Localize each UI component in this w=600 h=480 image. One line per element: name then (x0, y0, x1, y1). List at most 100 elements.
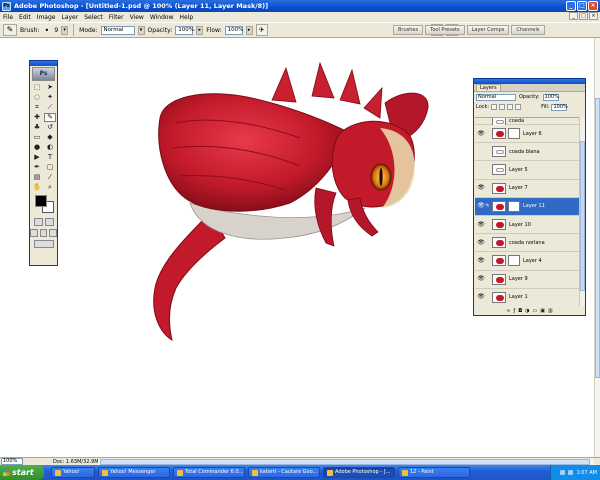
crop-tool-icon[interactable]: ⌗ (31, 103, 43, 112)
history-brush-tool-icon[interactable]: ↺ (44, 123, 56, 132)
layer-mask-thumbnail[interactable] (508, 200, 520, 212)
foreground-color-swatch[interactable] (35, 195, 47, 207)
layer-row[interactable]: coada blana (475, 143, 579, 162)
zoom-tool-icon[interactable]: ⌕ (44, 183, 56, 192)
visibility-eye-icon[interactable]: 👁 (477, 239, 485, 247)
close-button[interactable]: × (588, 1, 598, 11)
brush-size[interactable]: 9 (54, 27, 58, 34)
standard-mode-icon[interactable] (33, 218, 43, 226)
new-group-icon[interactable]: ▭ (533, 308, 538, 314)
layer-row[interactable]: 👁 ✎ Layer 11 (475, 197, 579, 216)
full-screen-menu-mode-icon[interactable] (39, 229, 48, 237)
visibility-eye-icon[interactable] (477, 148, 485, 156)
clock[interactable]: 1:07 AM (576, 470, 597, 476)
dodge-tool-icon[interactable]: ◐ (44, 143, 56, 152)
palette-tab-brushes[interactable]: Brushes (393, 25, 424, 35)
canvas-vertical-scroll-thumb[interactable] (595, 98, 600, 378)
paint-bucket-tool-icon[interactable]: ◆ (44, 133, 56, 142)
path-selection-tool-icon[interactable]: ▶ (31, 153, 43, 162)
menu-file[interactable]: File (3, 14, 13, 21)
layer-blend-mode-select[interactable]: Normal (476, 93, 516, 101)
flow-arrow-icon[interactable]: ▸ (245, 25, 253, 35)
palette-tab-layer-comps[interactable]: Layer Comps (466, 25, 510, 35)
layers-scroll-thumb[interactable] (580, 141, 585, 291)
layer-row[interactable]: 👁 Layer 4 (475, 252, 579, 271)
standard-screen-mode-icon[interactable] (30, 229, 38, 237)
layer-thumbnail[interactable] (492, 237, 506, 249)
eyedropper-tool-icon[interactable]: ⁄ (44, 173, 56, 182)
layer-row[interactable]: 👁 Layer 6 (475, 125, 579, 144)
layer-fill-input[interactable]: 100% (551, 103, 568, 111)
opacity-input[interactable]: 100% (175, 25, 194, 35)
menu-view[interactable]: View (130, 14, 144, 21)
taskbar-button[interactable]: Yahoo! Messenger (98, 467, 170, 478)
shape-tool-icon[interactable]: ▢ (44, 163, 56, 172)
airbrush-icon[interactable]: ✈ (255, 24, 268, 36)
layer-thumbnail[interactable] (492, 255, 506, 267)
doc-restore-button[interactable]: □ (579, 12, 588, 20)
mode-dropdown-arrow-icon[interactable]: ▾ (137, 25, 145, 35)
taskbar-button[interactable]: 12 - Paint (398, 467, 470, 478)
eraser-tool-icon[interactable]: ▭ (31, 133, 43, 142)
layer-mask-thumbnail[interactable] (508, 128, 520, 140)
layer-thumbnail[interactable] (492, 128, 506, 140)
title-bar[interactable]: Ps Adobe Photoshop - [Untitled-1.psd @ 1… (0, 0, 600, 12)
visibility-eye-icon[interactable]: 👁 (477, 184, 485, 192)
tray-network-icon[interactable] (560, 470, 566, 475)
layer-thumbnail[interactable] (492, 182, 506, 194)
link-layers-icon[interactable]: ∞ (506, 308, 510, 314)
layer-row[interactable]: coada (475, 118, 579, 127)
tray-volume-icon[interactable] (568, 470, 574, 475)
layer-thumbnail[interactable] (492, 200, 506, 212)
layer-thumbnail[interactable] (492, 164, 506, 176)
palette-tab-tool-presets[interactable]: Tool Presets (425, 25, 465, 35)
delete-layer-icon[interactable]: ▥ (548, 308, 553, 314)
visibility-eye-icon[interactable]: 👁 (477, 293, 485, 301)
new-layer-icon[interactable]: ▣ (540, 308, 545, 314)
taskbar-button[interactable]: Adobe Photoshop - [... (323, 467, 395, 478)
photoshop-app-icon[interactable]: Ps (2, 1, 11, 11)
visibility-eye-icon[interactable]: 👁 (477, 275, 485, 283)
layer-thumbnail[interactable] (492, 273, 506, 285)
pen-tool-icon[interactable]: ✒ (31, 163, 43, 172)
photoshop-feather-logo[interactable]: Ps (32, 67, 55, 81)
layer-thumbnail[interactable] (492, 146, 506, 158)
menu-help[interactable]: Help (180, 14, 194, 21)
taskbar-button[interactable]: katerri - Cautare Goo... (248, 467, 320, 478)
canvas-vertical-scrollbar[interactable] (594, 38, 600, 457)
menu-image[interactable]: Image (37, 14, 56, 21)
menu-filter[interactable]: Filter (109, 14, 124, 21)
doc-close-button[interactable]: × (589, 12, 598, 20)
maximize-button[interactable]: □ (577, 1, 587, 11)
new-fill-layer-icon[interactable]: ◑ (525, 308, 529, 314)
layer-row[interactable]: 👁 Layer 1 (475, 288, 579, 306)
layer-mask-thumbnail[interactable] (508, 255, 520, 267)
lock-transparency-icon[interactable] (491, 104, 498, 110)
visibility-eye-icon[interactable]: 👁 (477, 202, 485, 210)
quick-mask-mode-icon[interactable] (44, 218, 54, 226)
layer-row[interactable]: 👁 Layer 9 (475, 270, 579, 289)
add-mask-icon[interactable]: ◘ (518, 308, 522, 314)
magic-wand-tool-icon[interactable]: ✦ (44, 93, 56, 102)
taskbar-button[interactable]: Yahoo! (51, 467, 95, 478)
minimize-button[interactable]: _ (566, 1, 576, 11)
layer-opacity-input[interactable]: 100% (542, 93, 559, 101)
visibility-eye-icon[interactable]: 👁 (477, 221, 485, 229)
layer-thumbnail[interactable] (492, 291, 506, 303)
layer-thumbnail[interactable] (492, 219, 506, 231)
zoom-level-field[interactable]: 100% (1, 458, 23, 465)
flow-input[interactable]: 100% (224, 25, 243, 35)
tab-layers[interactable]: Layers (476, 84, 501, 91)
layer-row[interactable]: 👁 Layer 7 (475, 179, 579, 198)
notes-tool-icon[interactable]: ▤ (31, 173, 43, 182)
hand-tool-icon[interactable]: ✋ (31, 183, 43, 192)
visibility-eye-icon[interactable] (477, 166, 485, 174)
slice-tool-icon[interactable]: ⟋ (44, 103, 56, 112)
menu-select[interactable]: Select (84, 14, 103, 21)
opacity-arrow-icon[interactable]: ▸ (196, 25, 204, 35)
start-button[interactable]: start (0, 465, 44, 480)
move-tool-icon[interactable]: ➤ (44, 83, 56, 92)
blur-tool-icon[interactable]: ● (31, 143, 43, 152)
layer-row[interactable]: Layer 5 (475, 161, 579, 180)
menu-edit[interactable]: Edit (19, 14, 31, 21)
